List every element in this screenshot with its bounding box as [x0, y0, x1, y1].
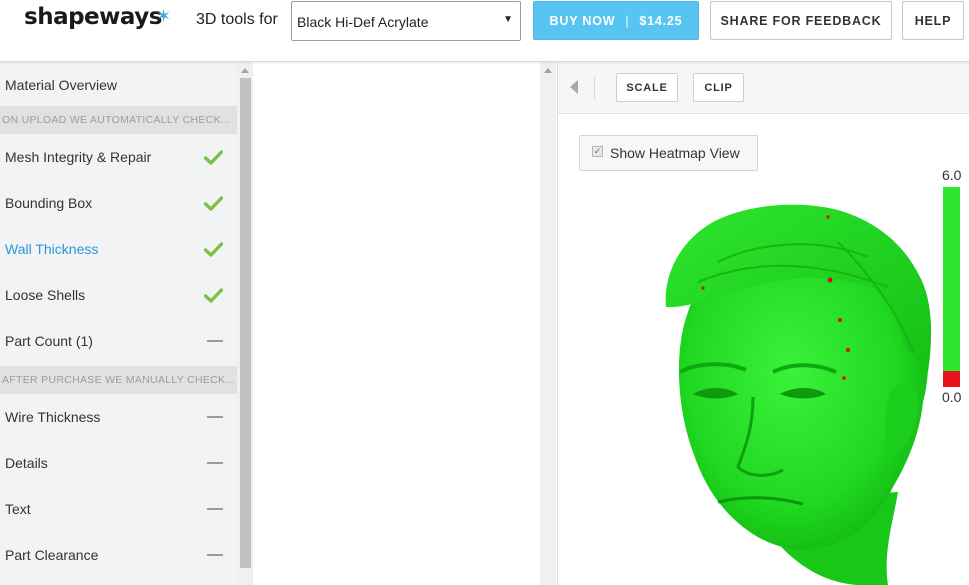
tools-label: 3D tools for: [196, 11, 278, 28]
top-header: shapeways ✶ 3D tools for Black Hi-Def Ac…: [0, 0, 969, 62]
detail-panel-scrollbar[interactable]: [540, 62, 556, 585]
help-button[interactable]: HELP: [902, 1, 964, 40]
shapeways-logo[interactable]: shapeways: [24, 4, 162, 30]
toolbar-divider: [594, 77, 595, 99]
heatmap-scale-min: 0.0: [942, 389, 962, 405]
heatmap-toggle-label: Show Heatmap View: [610, 145, 740, 161]
viewer-toolbar: SCALE CLIP: [558, 62, 969, 114]
checkmark-icon: [204, 180, 223, 226]
buy-now-separator: |: [625, 13, 630, 28]
triangle-left-icon[interactable]: [570, 80, 578, 94]
sidebar-item-material-overview[interactable]: Material Overview: [0, 62, 237, 108]
dash-icon: [207, 532, 223, 578]
scroll-up-arrow-icon[interactable]: [241, 68, 249, 73]
sidebar-item-details[interactable]: Details: [0, 440, 237, 486]
auto-check-section-header: ON UPLOAD WE AUTOMATICALLY CHECK...: [0, 106, 237, 134]
dash-icon: [207, 486, 223, 532]
sidebar-item-label: Text: [5, 501, 31, 517]
buy-now-price: $14.25: [639, 13, 683, 28]
asterisk-star-icon: ✶: [156, 6, 172, 26]
manual-check-section-header: AFTER PURCHASE WE MANUALLY CHECK...: [0, 366, 237, 394]
sidebar-item-label: Wire Thickness: [5, 409, 101, 425]
heatmap-bar-safe: [943, 187, 960, 371]
sidebar-item-wall-thickness[interactable]: Wall Thickness: [0, 226, 237, 272]
detail-panel: [254, 62, 540, 585]
model-viewer: SCALE CLIP ✓ Show Heatmap View 6.0 0.0: [557, 62, 969, 585]
heatmap-checkbox[interactable]: ✓: [592, 145, 603, 157]
sidebar-item-loose-shells[interactable]: Loose Shells: [0, 272, 237, 318]
clip-button[interactable]: CLIP: [693, 73, 744, 102]
dash-icon: [207, 394, 223, 440]
sidebar-item-part-clearance[interactable]: Part Clearance: [0, 532, 237, 578]
sidebar-item-bounding-box[interactable]: Bounding Box: [0, 180, 237, 226]
scroll-up-arrow-icon[interactable]: [544, 68, 552, 73]
sidebar-item-label: Mesh Integrity & Repair: [5, 149, 152, 165]
heatmap-color-bar: [943, 187, 960, 387]
sidebar-scroll-thumb[interactable]: [240, 78, 251, 568]
scale-button[interactable]: SCALE: [616, 73, 678, 102]
sidebar-scrollbar[interactable]: [237, 62, 253, 585]
sidebar-item-label: Loose Shells: [5, 287, 86, 303]
3d-model-head[interactable]: [658, 202, 938, 585]
checks-sidebar: Material Overview ON UPLOAD WE AUTOMATIC…: [0, 62, 237, 585]
sidebar-item-label: Material Overview: [5, 77, 118, 93]
sidebar-item-label: Details: [5, 455, 48, 471]
buy-now-button[interactable]: BUY NOW | $14.25: [533, 1, 699, 40]
sidebar-item-label: Part Count (1): [5, 333, 93, 349]
sidebar-item-mesh-integrity[interactable]: Mesh Integrity & Repair: [0, 134, 237, 180]
material-select[interactable]: Black Hi-Def Acrylate ▼: [291, 1, 521, 41]
heatmap-bar-thin: [943, 371, 960, 387]
sidebar-item-label: Bounding Box: [5, 195, 93, 211]
sidebar-item-wire-thickness[interactable]: Wire Thickness: [0, 394, 237, 440]
sidebar-item-label: Wall Thickness: [5, 241, 99, 257]
checkmark-icon: [204, 134, 223, 180]
show-heatmap-toggle[interactable]: ✓ Show Heatmap View: [579, 135, 758, 171]
sidebar-item-text[interactable]: Text: [0, 486, 237, 532]
sidebar-item-label: Part Clearance: [5, 547, 99, 563]
heatmap-scale-max: 6.0: [942, 167, 962, 183]
buy-now-label: BUY NOW: [549, 13, 616, 28]
share-for-feedback-button[interactable]: SHARE FOR FEEDBACK: [710, 1, 892, 40]
sidebar-item-part-count[interactable]: Part Count (1): [0, 318, 237, 364]
checkmark-icon: [204, 226, 223, 272]
dash-icon: [207, 318, 223, 364]
material-select-value: Black Hi-Def Acrylate: [297, 14, 429, 30]
caret-down-icon: ▼: [503, 14, 513, 25]
checkmark-icon: [204, 272, 223, 318]
dash-icon: [207, 440, 223, 486]
